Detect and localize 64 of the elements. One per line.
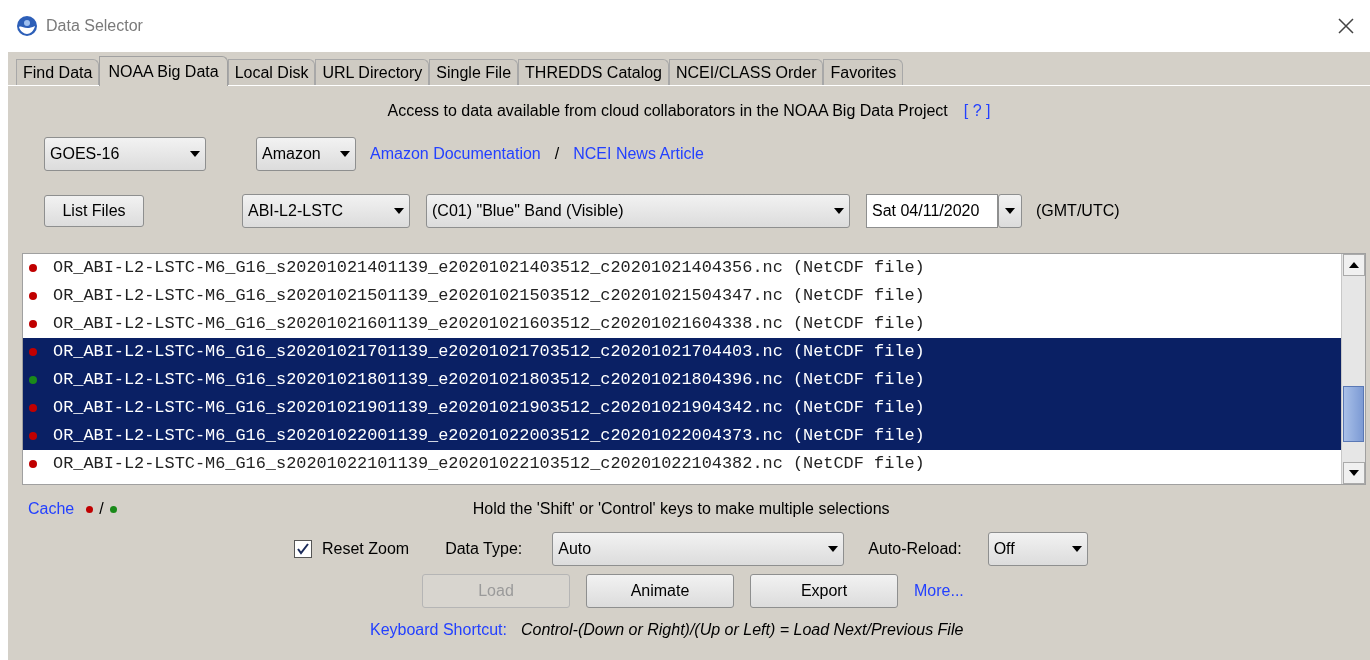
tab[interactable]: NOAA Big Data	[99, 56, 228, 86]
window-title: Data Selector	[46, 16, 143, 36]
tab[interactable]: URL Directory	[315, 59, 430, 85]
provider-dropdown[interactable]: Amazon	[256, 137, 356, 171]
down-arrow-icon	[1348, 470, 1359, 476]
scroll-thumb[interactable]	[1343, 386, 1364, 442]
date-picker-button[interactable]	[998, 194, 1022, 228]
list-files-button[interactable]: List Files	[44, 195, 144, 227]
file-name: OR_ABI-L2-LSTC-M6_G16_s20201021901139_e20201021903512_c20201021904342.nc (NetCDF file)	[53, 397, 925, 420]
selection-hint: Hold the 'Shift' or 'Control' keys to make multiple selections	[472, 499, 890, 519]
file-name: OR_ABI-L2-LSTC-M6_G16_s20201022001139_e20201022003512_c20201022004373.nc (NetCDF file)	[53, 425, 925, 448]
scroll-down-button[interactable]	[1342, 462, 1365, 484]
file-row[interactable]: OR_ABI-L2-LSTC-M6_G16_s20201021901139_e20201021903512_c20201021904342.nc (NetCDF file)	[23, 394, 1341, 422]
caret-icon	[1071, 546, 1082, 552]
reset-zoom-checkbox[interactable]	[294, 540, 312, 558]
file-name: OR_ABI-L2-LSTC-M6_G16_s20201021501139_e20201021503512_c20201021504347.nc (NetCDF file)	[53, 285, 925, 308]
caret-icon	[340, 151, 350, 157]
data-type-dropdown[interactable]: Auto	[552, 532, 845, 566]
file-name: OR_ABI-L2-LSTC-M6_G16_s20201021801139_e20201021803512_c20201021804396.nc (NetCDF file)	[53, 369, 925, 392]
up-arrow-icon	[1348, 262, 1359, 268]
file-name: OR_ABI-L2-LSTC-M6_G16_s20201021401139_e20201021403512_c20201021404356.nc (NetCDF file)	[53, 257, 925, 280]
tab[interactable]: Favorites	[823, 59, 904, 85]
satellite-dropdown[interactable]: GOES-16	[44, 137, 206, 171]
caret-icon	[834, 208, 844, 214]
more-link[interactable]: More...	[914, 579, 964, 603]
caret-icon	[190, 151, 200, 157]
date-field[interactable]: Sat 04/11/2020	[866, 194, 998, 228]
link-separator: /	[554, 144, 560, 164]
close-icon[interactable]	[1338, 18, 1354, 34]
tab[interactable]: Find Data	[16, 59, 100, 85]
file-name: OR_ABI-L2-LSTC-M6_G16_s20201022101139_e20201022103512_c20201022104382.nc (NetCDF file)	[53, 453, 925, 476]
legend-separator: /	[99, 499, 104, 519]
check-icon	[297, 543, 309, 555]
file-row[interactable]: OR_ABI-L2-LSTC-M6_G16_s20201022001139_e20201022003512_c20201022004373.nc (NetCDF file)	[23, 422, 1341, 450]
action-button[interactable]: Export	[750, 574, 898, 608]
caret-icon	[394, 208, 404, 214]
scrollbar[interactable]	[1341, 254, 1365, 484]
app-logo-icon	[16, 15, 38, 37]
auto-reload-label: Auto-Reload:	[868, 539, 962, 559]
reset-zoom-label: Reset Zoom	[322, 539, 410, 559]
tab[interactable]: NCEI/CLASS Order	[669, 59, 824, 85]
file-name: OR_ABI-L2-LSTC-M6_G16_s20201021701139_e20201021703512_c20201021704403.nc (NetCDF file)	[53, 341, 925, 364]
timezone-label: (GMT/UTC)	[1036, 201, 1120, 221]
tab[interactable]: THREDDS Catalog	[518, 59, 669, 85]
file-row[interactable]: OR_ABI-L2-LSTC-M6_G16_s20201021801139_e20201021803512_c20201021804396.nc (NetCDF file)	[23, 366, 1341, 394]
shortcut-label: Keyboard Shortcut:	[370, 620, 507, 640]
action-button[interactable]: Animate	[586, 574, 734, 608]
cache-label: Cache	[28, 499, 75, 519]
caret-icon	[828, 546, 839, 552]
tab[interactable]: Single File	[429, 59, 519, 85]
product-dropdown[interactable]: ABI-L2-LSTC	[242, 194, 410, 228]
auto-reload-dropdown[interactable]: Off	[987, 532, 1088, 566]
shortcut-text: Control-(Down or Right)/(Up or Left) = Load Next/Previous File	[520, 620, 964, 640]
scroll-up-button[interactable]	[1342, 254, 1365, 276]
caret-icon	[1005, 208, 1015, 214]
tab[interactable]: Local Disk	[227, 59, 316, 85]
data-type-label: Data Type:	[445, 539, 523, 559]
file-name: OR_ABI-L2-LSTC-M6_G16_s20201021601139_e20201021603512_c20201021604338.nc (NetCDF file)	[53, 313, 925, 336]
file-row[interactable]: OR_ABI-L2-LSTC-M6_G16_s20201021701139_e20201021703512_c20201021704403.nc (NetCDF file)	[23, 338, 1341, 366]
band-dropdown[interactable]: (C01) "Blue" Band (Visible)	[426, 194, 850, 228]
intro-text: Access to data available from cloud collaborators in the NOAA Big Data Project	[387, 101, 948, 121]
documentation-link[interactable]: Amazon Documentation	[370, 142, 541, 166]
help-link[interactable]: [ ? ]	[963, 99, 991, 123]
news-article-link[interactable]: NCEI News Article	[573, 142, 704, 166]
